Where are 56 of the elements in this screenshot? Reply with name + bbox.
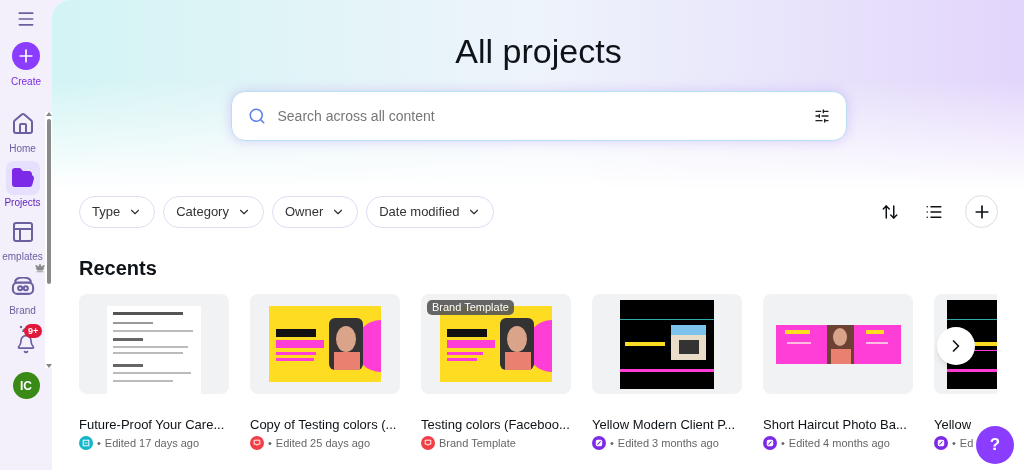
design-title[interactable]: Copy of Testing colors (... xyxy=(250,416,400,433)
edited-date: Edited 4 months ago xyxy=(788,436,890,451)
design-title[interactable]: Short Haircut Photo Ba... xyxy=(763,416,913,433)
separator-dot: • xyxy=(97,436,101,451)
notifications-icon[interactable] xyxy=(16,334,36,354)
templates-icon xyxy=(10,220,35,244)
filter-dropdown[interactable]: Owner xyxy=(271,195,359,228)
menu-icon[interactable] xyxy=(16,9,36,29)
design-icon xyxy=(763,436,777,451)
brand-template-badge: Brand Template xyxy=(427,300,514,315)
design-icon xyxy=(592,436,606,451)
scrollbar[interactable] xyxy=(45,112,52,368)
filter-dropdown[interactable]: Category xyxy=(163,195,264,228)
design-thumbnail[interactable]: Brand Template xyxy=(421,294,571,394)
scroll-down-icon[interactable] xyxy=(45,364,52,368)
design-thumbnail[interactable] xyxy=(763,294,913,394)
edited-date: Ed xyxy=(959,436,974,451)
edited-date: Edited 3 months ago xyxy=(617,436,719,451)
presentation-icon xyxy=(250,436,264,451)
home-icon xyxy=(10,112,35,136)
scroll-up-icon[interactable] xyxy=(45,112,52,116)
presentation-icon xyxy=(421,436,435,451)
edited-date: Edited 17 days ago xyxy=(104,436,200,451)
search-icon xyxy=(247,107,266,125)
section-title: Recents xyxy=(79,256,158,280)
design-title[interactable]: Testing colors (Faceboo... xyxy=(421,416,571,433)
sort-icon[interactable] xyxy=(881,202,899,221)
brand-kit-icon xyxy=(10,277,35,295)
design-title[interactable]: Future-Proof Your Care... xyxy=(79,416,229,433)
separator-dot: • xyxy=(268,436,272,451)
search-bar[interactable]: Search across all content xyxy=(230,91,847,141)
filter-dropdown[interactable]: Date modified xyxy=(366,195,495,228)
search-field[interactable]: Search across all content xyxy=(277,105,802,127)
notification-badge: 9+ xyxy=(24,324,43,338)
sidebar-item[interactable]: Home xyxy=(0,107,45,156)
sidebar-item[interactable]: Brand xyxy=(0,269,45,318)
avatar[interactable]: IC xyxy=(12,372,40,399)
design-thumbnail[interactable] xyxy=(79,294,229,394)
help-button[interactable]: ? xyxy=(976,426,1014,464)
design-icon xyxy=(934,436,948,451)
filter-settings-icon[interactable] xyxy=(813,108,830,124)
edited-date: Edited 25 days ago xyxy=(275,436,371,451)
design-title[interactable]: Yellow Modern Client P... xyxy=(592,416,742,433)
sidebar-item[interactable]: emplates xyxy=(0,215,45,264)
design-thumbnail[interactable] xyxy=(250,294,400,394)
edited-date: Brand Template xyxy=(439,436,516,451)
folder-icon xyxy=(10,166,35,190)
doc-icon xyxy=(79,436,93,451)
create-button[interactable] xyxy=(12,42,40,70)
filter-dropdown[interactable]: Type xyxy=(79,195,156,228)
separator-dot: • xyxy=(952,436,956,451)
separator-dot: • xyxy=(781,436,785,451)
separator-dot: • xyxy=(610,436,614,451)
create-label: Create xyxy=(11,75,41,89)
page-title: All projects xyxy=(455,31,622,71)
design-thumbnail[interactable] xyxy=(592,294,742,394)
